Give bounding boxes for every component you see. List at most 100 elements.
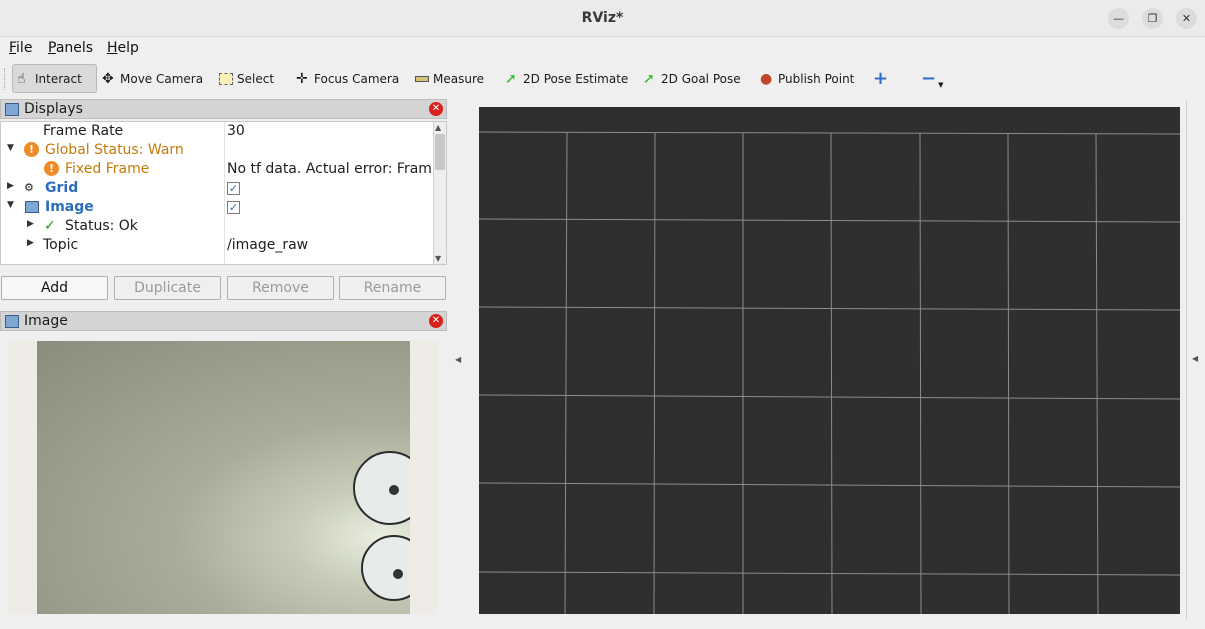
frame-rate-label: Frame Rate — [43, 123, 124, 139]
camera-disc-object — [361, 535, 410, 601]
tree-row-image[interactable]: ▼ Image ✓ — [1, 198, 433, 217]
menu-help[interactable]: Help — [107, 40, 139, 56]
close-window-button[interactable]: ✕ — [1176, 8, 1197, 29]
grid-line — [479, 306, 1180, 311]
restore-icon: ❐ — [1147, 12, 1158, 25]
fixed-frame-label: Fixed Frame — [65, 161, 150, 177]
toolbar-handle[interactable] — [4, 68, 7, 90]
green-arrow-icon: ➚ — [643, 70, 655, 87]
scroll-up-icon[interactable]: ▲ — [435, 123, 441, 132]
ruler-icon — [415, 75, 429, 82]
global-status-label: Global Status: Warn — [45, 142, 184, 158]
tree-row-global-status[interactable]: ▼ ! Global Status: Warn — [1, 141, 433, 160]
image-panel-title: Image — [24, 313, 68, 329]
menu-file-accel: F — [9, 40, 17, 56]
frame-rate-value[interactable]: 30 — [227, 123, 245, 139]
grid-line — [653, 131, 656, 614]
maximize-button[interactable]: ❐ — [1142, 8, 1163, 29]
move-arrows-icon: ✥ — [102, 70, 114, 87]
close-panel-icon[interactable]: ✕ — [429, 102, 443, 116]
remove-display-button[interactable]: Remove — [227, 276, 334, 300]
grid-enabled-checkbox[interactable]: ✓ — [227, 182, 240, 195]
tree-row-status[interactable]: ▶ ✓ Status: Ok — [1, 217, 433, 236]
title-bar: RViz* — ❐ ✕ — [0, 0, 1205, 37]
displays-scrollbar[interactable]: ▲ ▼ — [433, 122, 446, 264]
rviz-window: RViz* — ❐ ✕ File Panels Help ☝ Interact … — [0, 0, 1205, 629]
minimize-button[interactable]: — — [1108, 8, 1129, 29]
image-display-icon — [25, 201, 39, 213]
menu-help-accel: H — [107, 40, 118, 56]
map-pin-icon: ● — [760, 70, 773, 87]
tree-row-topic[interactable]: ▶ Topic /image_raw — [1, 236, 433, 255]
collapse-arrow-icon[interactable]: ▶ — [27, 219, 34, 229]
pose-estimate-tool[interactable]: ➚ 2D Pose Estimate — [501, 64, 632, 93]
expand-arrow-icon[interactable]: ▼ — [7, 200, 14, 210]
interact-label: Interact — [35, 71, 82, 86]
collapse-arrow-icon[interactable]: ▶ — [27, 238, 34, 248]
add-tool-button[interactable]: + — [869, 64, 892, 93]
close-panel-icon[interactable]: ✕ — [429, 314, 443, 328]
menu-panels[interactable]: Panels — [48, 40, 93, 56]
publish-point-label: Publish Point — [778, 71, 855, 86]
goal-pose-label: 2D Goal Pose — [661, 71, 741, 86]
interact-tool[interactable]: ☝ Interact — [12, 64, 97, 93]
window-title: RViz* — [581, 10, 624, 26]
image-enabled-checkbox[interactable]: ✓ — [227, 201, 240, 214]
measure-label: Measure — [433, 71, 484, 86]
grid-line — [1007, 133, 1010, 614]
grid-display-label: Grid — [45, 180, 79, 196]
duplicate-display-button[interactable]: Duplicate — [114, 276, 221, 300]
focus-camera-tool[interactable]: ✛ Focus Camera — [292, 64, 403, 93]
image-display-label: Image — [45, 199, 94, 215]
green-arrow-icon: ➚ — [505, 70, 517, 87]
measure-tool[interactable]: Measure — [411, 64, 488, 93]
status-ok-label: Status: Ok — [65, 218, 138, 234]
grid-line — [479, 482, 1180, 488]
menu-file[interactable]: File — [9, 40, 32, 56]
disc-hole — [393, 569, 403, 579]
grid-icon: ⚙ — [24, 181, 34, 194]
select-label: Select — [237, 71, 275, 86]
right-dock-splitter[interactable]: ◀ — [1186, 100, 1205, 620]
grid-line — [830, 132, 833, 614]
camera-image-view — [37, 341, 410, 614]
scroll-down-icon[interactable]: ▼ — [435, 254, 441, 263]
add-display-button[interactable]: Add — [1, 276, 108, 300]
rename-display-button[interactable]: Rename — [339, 276, 446, 300]
select-box-icon — [219, 72, 233, 85]
checkmark-icon: ✓ — [44, 218, 56, 234]
menu-panels-accel: P — [48, 40, 56, 56]
render-3d-view[interactable] — [479, 107, 1180, 614]
scrollbar-thumb[interactable] — [435, 134, 445, 170]
menu-panels-label: anels — [55, 40, 94, 56]
menu-help-label: elp — [117, 40, 139, 56]
tree-row-grid[interactable]: ▶ ⚙ Grid ✓ — [1, 179, 433, 198]
grid-line — [564, 131, 568, 614]
tools-toolbar: ☝ Interact ✥ Move Camera Select ✛ Focus … — [0, 60, 1205, 97]
pose-estimate-label: 2D Pose Estimate — [523, 71, 629, 86]
focus-camera-label: Focus Camera — [314, 71, 400, 86]
topic-value[interactable]: /image_raw — [227, 237, 308, 253]
menu-file-label: ile — [16, 40, 33, 56]
monitor-icon — [5, 102, 19, 116]
grid-overlay — [479, 131, 1180, 614]
camera-disc-object — [353, 451, 410, 525]
publish-point-tool[interactable]: ● Publish Point — [756, 64, 858, 93]
tree-row-frame-rate[interactable]: Frame Rate 30 — [1, 122, 433, 141]
plus-icon: + — [873, 67, 889, 89]
right-dock-expand-arrow[interactable]: ◀ — [1192, 354, 1198, 363]
tree-row-fixed-frame[interactable]: ! Fixed Frame No tf data. Actual error: … — [1, 160, 445, 179]
grid-line — [479, 218, 1180, 223]
displays-panel-title: Displays — [24, 101, 83, 117]
collapse-arrow-icon[interactable]: ▶ — [7, 181, 14, 191]
image-panel-header: Image ✕ — [0, 311, 447, 331]
select-tool[interactable]: Select — [215, 64, 278, 93]
goal-pose-tool[interactable]: ➚ 2D Goal Pose — [639, 64, 745, 93]
left-dock-collapse-arrow[interactable]: ◀ — [455, 355, 461, 364]
move-camera-tool[interactable]: ✥ Move Camera — [98, 64, 207, 93]
move-camera-label: Move Camera — [120, 71, 204, 86]
displays-tree: Frame Rate 30 ▼ ! Global Status: Warn ! … — [0, 121, 447, 265]
fixed-frame-error: No tf data. Actual error: Fram... — [227, 161, 446, 177]
expand-arrow-icon[interactable]: ▼ — [7, 143, 14, 153]
remove-tool-button[interactable]: − ▼ — [917, 64, 947, 93]
